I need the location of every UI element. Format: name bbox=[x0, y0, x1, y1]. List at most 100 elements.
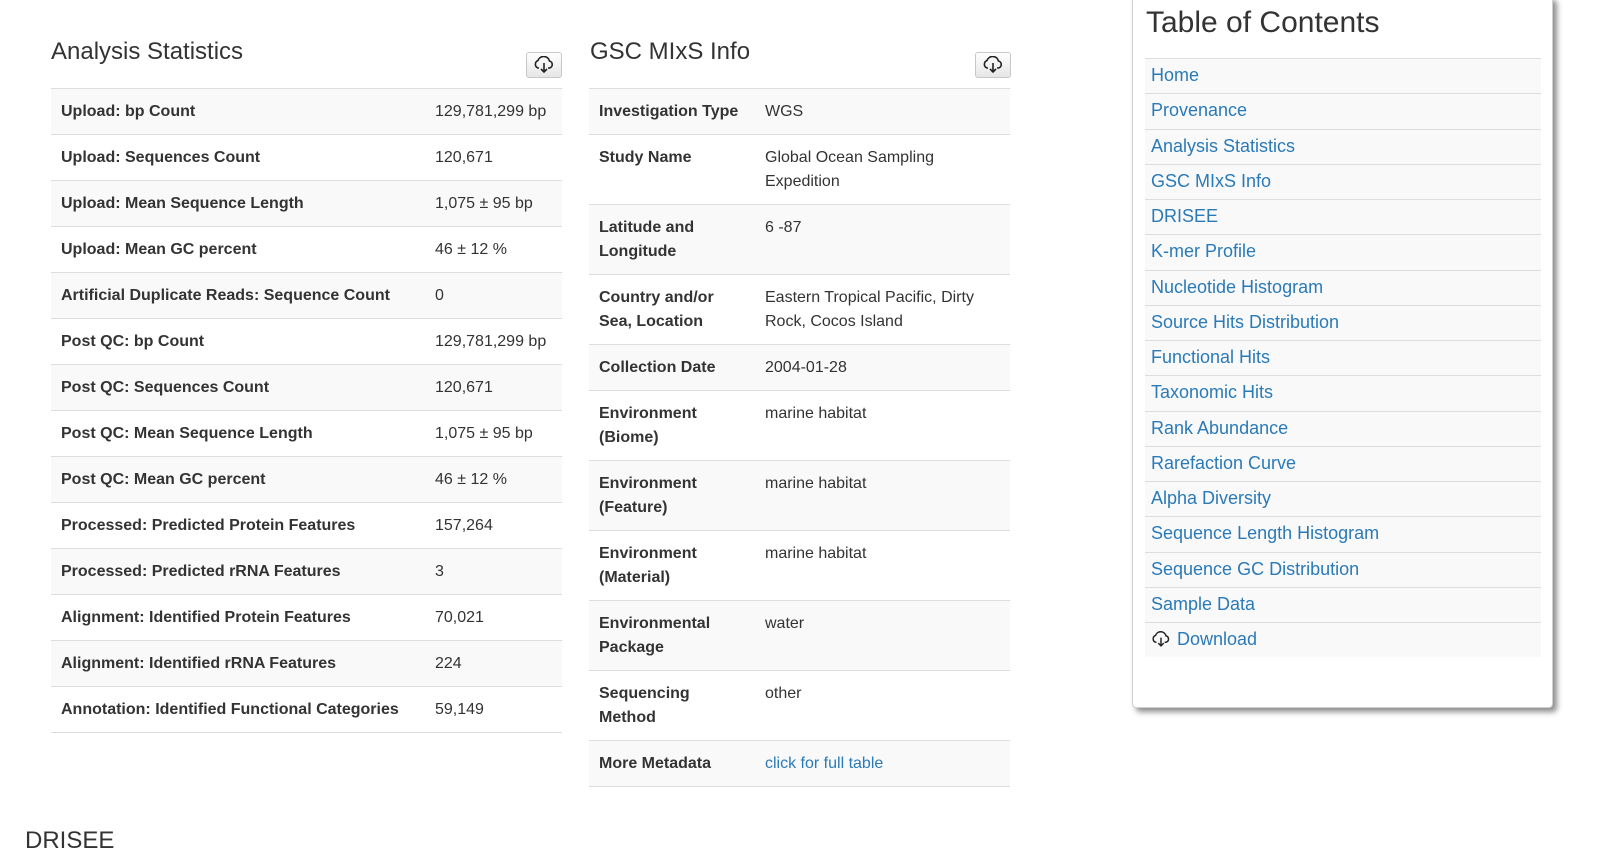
mixs-label: More Metadata bbox=[589, 740, 755, 787]
stat-value: 46 ± 12 % bbox=[425, 456, 562, 503]
stat-label: Processed: Predicted Protein Features bbox=[51, 502, 425, 549]
mixs-label: Collection Date bbox=[589, 344, 755, 391]
table-of-contents-panel: Table of Contents Home Provenance Analysis… bbox=[1132, 0, 1553, 708]
toc-item: DRISEE bbox=[1145, 199, 1541, 235]
toc-link-gsc-mixs-info[interactable]: GSC MIxS Info bbox=[1151, 171, 1271, 191]
stat-value: 46 ± 12 % bbox=[425, 226, 562, 273]
analysis-statistics-table: Upload: bp Count 129,781,299 bp Upload: Se… bbox=[51, 88, 562, 733]
toc-link-alpha-diversity[interactable]: Alpha Diversity bbox=[1151, 488, 1271, 508]
toc-item: Provenance bbox=[1145, 93, 1541, 129]
toc-link-drisee[interactable]: DRISEE bbox=[1151, 206, 1218, 226]
mixs-value: other bbox=[755, 670, 1010, 741]
table-row: Environment (Feature) marine habitat bbox=[589, 460, 1010, 531]
toc-item: Nucleotide Histogram bbox=[1145, 269, 1541, 305]
table-row: Environmental Package water bbox=[589, 600, 1010, 671]
mixs-label: Study Name bbox=[589, 134, 755, 205]
full-metadata-link[interactable]: click for full table bbox=[765, 755, 883, 772]
toc-link-rarefaction-curve[interactable]: Rarefaction Curve bbox=[1151, 453, 1296, 473]
table-row: Study Name Global Ocean Sampling Expediti… bbox=[589, 134, 1010, 205]
stat-value: 224 bbox=[425, 640, 562, 687]
table-row: Annotation: Identified Functional Catego… bbox=[51, 686, 562, 733]
toc-link-provenance[interactable]: Provenance bbox=[1151, 100, 1247, 120]
toc-item: K-mer Profile bbox=[1145, 234, 1541, 270]
mixs-value: marine habitat bbox=[755, 460, 1010, 531]
stat-label: Alignment: Identified rRNA Features bbox=[51, 640, 425, 687]
stat-value: 0 bbox=[425, 272, 562, 319]
toc-link-sample-data[interactable]: Sample Data bbox=[1151, 594, 1255, 614]
toc-item: Source Hits Distribution bbox=[1145, 304, 1541, 340]
mixs-label: Environment (Biome) bbox=[589, 390, 755, 461]
mixs-info-download-button[interactable] bbox=[975, 52, 1011, 78]
stat-value: 120,671 bbox=[425, 134, 562, 181]
stat-label: Post QC: Mean GC percent bbox=[51, 456, 425, 503]
toc-link-sequence-gc-distribution[interactable]: Sequence GC Distribution bbox=[1151, 559, 1359, 579]
stat-label: Processed: Predicted rRNA Features bbox=[51, 548, 425, 595]
mixs-info-table: Investigation Type WGS Study Name Global Oc… bbox=[589, 88, 1010, 787]
toc-link-download[interactable]: Download bbox=[1151, 623, 1257, 656]
toc-link-rank-abundance[interactable]: Rank Abundance bbox=[1151, 418, 1288, 438]
mixs-value: Global Ocean Sampling Expedition bbox=[755, 134, 1010, 205]
stat-label: Upload: Mean Sequence Length bbox=[51, 180, 425, 227]
table-row: Environment (Biome) marine habitat bbox=[589, 390, 1010, 461]
mixs-label: Latitude and Longitude bbox=[589, 204, 755, 275]
mixs-value: 6 -87 bbox=[755, 204, 1010, 275]
table-row: Upload: Mean Sequence Length 1,075 ± 95 b… bbox=[51, 180, 562, 227]
toc-item: Download bbox=[1145, 622, 1541, 658]
toc-link-functional-hits[interactable]: Functional Hits bbox=[1151, 347, 1270, 367]
toc-link-source-hits-distribution[interactable]: Source Hits Distribution bbox=[1151, 312, 1339, 332]
toc-link-home[interactable]: Home bbox=[1151, 65, 1199, 85]
stat-value: 1,075 ± 95 bp bbox=[425, 410, 562, 457]
toc-item: Sequence Length Histogram bbox=[1145, 516, 1541, 552]
table-row: Country and/or Sea, Location Eastern Trop… bbox=[589, 274, 1010, 345]
toc-link-taxonomic-hits[interactable]: Taxonomic Hits bbox=[1151, 382, 1273, 402]
table-row: Sequencing Method other bbox=[589, 670, 1010, 741]
stat-label: Post QC: Mean Sequence Length bbox=[51, 410, 425, 457]
table-row: Post QC: Mean Sequence Length 1,075 ± 95 … bbox=[51, 410, 562, 457]
toc-item: Sample Data bbox=[1145, 586, 1541, 622]
mixs-label: Investigation Type bbox=[589, 88, 755, 135]
drisee-section-title: DRISEE bbox=[25, 827, 115, 854]
table-row: Environment (Material) marine habitat bbox=[589, 530, 1010, 601]
table-row: Post QC: bp Count 129,781,299 bp bbox=[51, 318, 562, 365]
table-row: Alignment: Identified Protein Features 70… bbox=[51, 594, 562, 641]
table-row: Processed: Predicted Protein Features 157… bbox=[51, 502, 562, 549]
stat-value: 129,781,299 bp bbox=[425, 318, 562, 365]
table-row: Investigation Type WGS bbox=[589, 88, 1010, 135]
stat-value: 70,021 bbox=[425, 594, 562, 641]
toc-item: Rank Abundance bbox=[1145, 410, 1541, 446]
mixs-label: Environmental Package bbox=[589, 600, 755, 671]
cloud-download-icon bbox=[1152, 631, 1170, 647]
table-row: Post QC: Mean GC percent 46 ± 12 % bbox=[51, 456, 562, 503]
stat-label: Annotation: Identified Functional Catego… bbox=[51, 686, 425, 733]
stat-label: Upload: Mean GC percent bbox=[51, 226, 425, 273]
toc-title: Table of Contents bbox=[1146, 6, 1380, 39]
analysis-statistics-title: Analysis Statistics bbox=[51, 38, 244, 65]
mixs-value: water bbox=[755, 600, 1010, 671]
mixs-label: Country and/or Sea, Location bbox=[589, 274, 755, 345]
stat-label: Upload: bp Count bbox=[51, 88, 425, 135]
toc-download-label: Download bbox=[1177, 629, 1258, 649]
toc-list: Home Provenance Analysis Statistics GSC MIx… bbox=[1145, 58, 1541, 658]
toc-link-k-mer-profile[interactable]: K-mer Profile bbox=[1151, 241, 1256, 261]
table-row: Alignment: Identified rRNA Features 224 bbox=[51, 640, 562, 687]
toc-item: Alpha Diversity bbox=[1145, 481, 1541, 517]
analysis-statistics-download-button[interactable] bbox=[526, 52, 562, 78]
stat-label: Post QC: Sequences Count bbox=[51, 364, 425, 411]
mixs-label: Environment (Material) bbox=[589, 530, 755, 601]
toc-item: Sequence GC Distribution bbox=[1145, 551, 1541, 587]
table-row: Artificial Duplicate Reads: Sequence Cou… bbox=[51, 272, 562, 319]
stat-value: 1,075 ± 95 bp bbox=[425, 180, 562, 227]
toc-link-nucleotide-histogram[interactable]: Nucleotide Histogram bbox=[1151, 277, 1323, 297]
toc-link-analysis-statistics[interactable]: Analysis Statistics bbox=[1151, 136, 1295, 156]
mixs-value: WGS bbox=[755, 88, 1010, 135]
toc-link-sequence-length-histogram[interactable]: Sequence Length Histogram bbox=[1151, 523, 1379, 543]
stat-label: Post QC: bp Count bbox=[51, 318, 425, 365]
table-row: Upload: Sequences Count 120,671 bbox=[51, 134, 562, 181]
stat-label: Artificial Duplicate Reads: Sequence Cou… bbox=[51, 272, 425, 319]
mixs-value: marine habitat bbox=[755, 530, 1010, 601]
toc-item: Functional Hits bbox=[1145, 340, 1541, 376]
stat-value: 120,671 bbox=[425, 364, 562, 411]
stat-value: 3 bbox=[425, 548, 562, 595]
mixs-value: Eastern Tropical Pacific, Dirty Rock, Co… bbox=[755, 274, 1010, 345]
mixs-label: Sequencing Method bbox=[589, 670, 755, 741]
